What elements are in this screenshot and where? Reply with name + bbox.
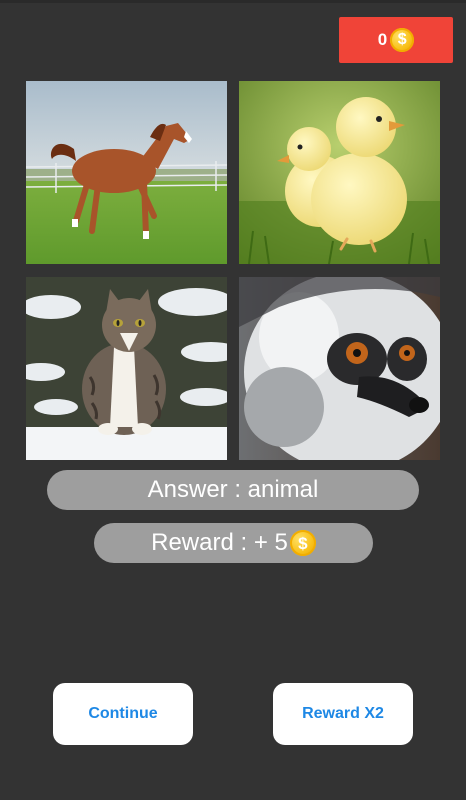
puzzle-image-chicks bbox=[239, 81, 440, 264]
coin-balance-badge[interactable]: 0 $ bbox=[339, 17, 453, 63]
coin-icon: $ bbox=[390, 28, 415, 52]
coin-count: 0 bbox=[377, 30, 388, 49]
status-strip bbox=[0, 0, 466, 3]
lemur-picture bbox=[239, 277, 440, 460]
coin-symbol: $ bbox=[397, 31, 407, 48]
reward-pill: Reward : + 5 $ bbox=[94, 523, 373, 563]
puzzle-image-lemur bbox=[239, 277, 440, 460]
reward-x2-button[interactable]: Reward X2 bbox=[273, 683, 413, 745]
reward-x2-button-label: Reward X2 bbox=[302, 705, 384, 722]
chicks-picture bbox=[239, 81, 440, 264]
cat-picture bbox=[26, 277, 227, 460]
horse-picture bbox=[26, 81, 227, 264]
answer-pill: Answer : animal bbox=[47, 470, 419, 510]
reward-coin-icon: $ bbox=[289, 530, 316, 556]
answer-text: Answer : animal bbox=[147, 476, 319, 503]
puzzle-image-horse bbox=[26, 81, 227, 264]
reward-coin-symbol: $ bbox=[298, 533, 308, 553]
continue-button[interactable]: Continue bbox=[53, 683, 193, 745]
puzzle-image-cat bbox=[26, 277, 227, 460]
reward-text: Reward : + 5 bbox=[151, 529, 288, 556]
continue-button-label: Continue bbox=[88, 705, 158, 722]
